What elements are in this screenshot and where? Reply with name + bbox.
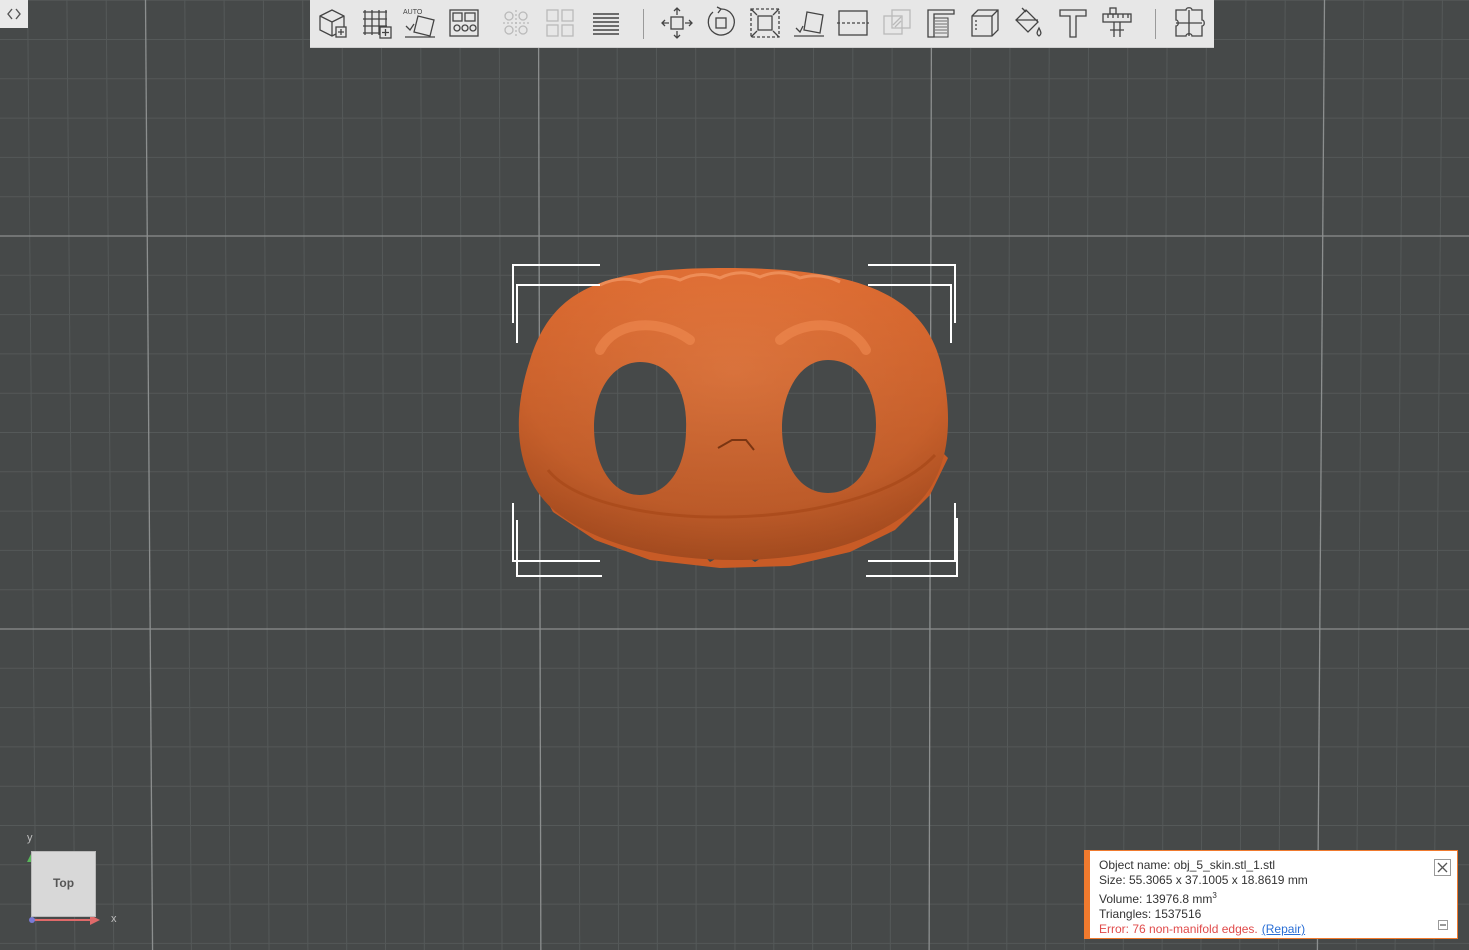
lay-flat-icon [794,11,824,37]
scale-icon [750,8,780,38]
box-icon [971,9,999,37]
volume-value: Volume: 13976.8 mm [1099,892,1213,906]
hollow-icon [927,9,955,38]
model-mesh[interactable] [505,258,965,578]
volume-unit-exponent: 3 [1212,891,1217,900]
toggle-sidebar-button[interactable] [0,0,28,28]
boolean-icon [883,9,911,35]
text-button[interactable] [1054,4,1092,42]
svg-text:AUTO: AUTO [403,9,423,16]
boolean-button[interactable] [878,4,916,42]
object-volume: Volume: 13976.8 mm3 [1099,888,1447,907]
close-button[interactable] [1434,859,1451,876]
toolbar-separator [1155,9,1156,39]
object-triangles: Triangles: 1537516 [1099,907,1202,921]
rotate-button[interactable] [702,4,740,42]
lay-flat-button[interactable] [790,4,828,42]
box-button[interactable] [966,4,1004,42]
arrange-button[interactable] [445,4,483,42]
puzzle-button[interactable] [1170,4,1208,42]
close-icon [1437,862,1448,873]
move-button[interactable] [658,4,696,42]
hollow-button[interactable] [922,4,960,42]
split-button[interactable] [541,4,579,42]
duplicate-button[interactable] [497,4,535,42]
repair-link[interactable]: (Repair) [1262,922,1305,936]
move-icon [661,7,693,39]
error-message: Error: 76 non-manifold edges. [1099,922,1258,936]
object-size: Size: 55.3065 x 37.1005 x 18.8619 mm [1099,873,1308,887]
cut-button[interactable] [834,4,872,42]
3d-viewport[interactable] [0,0,1469,950]
minimize-icon [1440,924,1446,926]
paint-icon [1015,7,1042,37]
duplicate-icon [503,10,529,36]
grid-button[interactable] [357,4,395,42]
toolbar-separator [643,9,644,39]
split-icon [546,9,574,37]
auto-orient-button[interactable]: AUTO [401,4,439,42]
y-axis-label: y [27,832,33,844]
code-brackets-icon [7,8,21,20]
measure-button[interactable] [1098,4,1136,42]
view-cube-face-label: Top [52,876,75,890]
arrange-icon [449,9,479,37]
object-name: Object name: obj_5_skin.stl_1.stl [1099,858,1276,872]
x-axis-label: x [111,913,117,925]
paint-button[interactable] [1010,4,1048,42]
view-cube[interactable]: Top [31,851,96,917]
top-toolbar: AUTO [310,0,1214,48]
text-icon [1059,9,1087,38]
measure-icon [1102,7,1132,37]
add-model-icon [319,9,347,38]
scale-button[interactable] [746,4,784,42]
puzzle-icon [1175,7,1205,37]
auto-orient-icon: AUTO [403,9,435,38]
layers-icon [593,13,619,35]
layers-button[interactable] [587,4,625,42]
minimize-button[interactable] [1438,920,1448,930]
cut-icon [837,10,869,36]
grid-icon [363,10,392,39]
add-model-button[interactable] [313,4,351,42]
object-info-panel: Object name: obj_5_skin.stl_1.stl Size: … [1084,850,1458,939]
rotate-icon [707,6,735,36]
